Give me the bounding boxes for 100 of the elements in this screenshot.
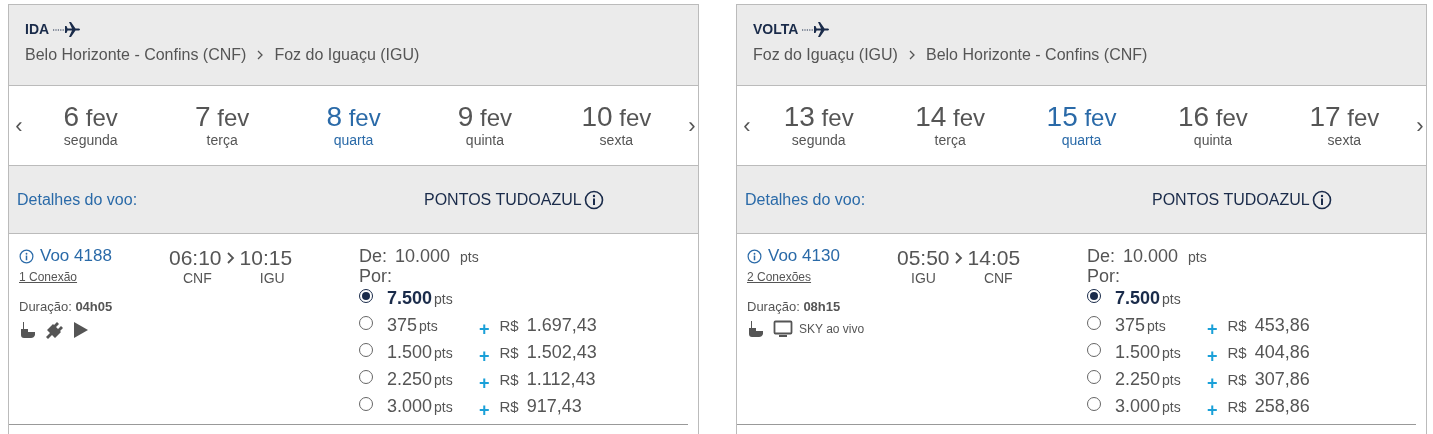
points-value: 2.250: [387, 369, 433, 389]
plus-sign: +: [479, 400, 490, 421]
currency-label: R$: [1227, 371, 1247, 388]
plus-sign: +: [1207, 346, 1218, 367]
points-unit: pts: [434, 372, 453, 388]
info-icon[interactable]: [19, 248, 34, 264]
currency-label: R$: [1227, 398, 1247, 415]
plane-icon: [53, 21, 82, 37]
from-label: De:: [1087, 247, 1115, 265]
date-tab[interactable]: 9 fev quinta: [419, 103, 551, 148]
direction-label: IDA: [25, 21, 50, 37]
points-unit: pts: [1162, 372, 1181, 388]
for-label: Por:: [1087, 267, 1121, 285]
date-tab[interactable]: 13 fev segunda: [753, 103, 885, 148]
play-icon: [73, 321, 89, 339]
price-amount: 1.697,43: [526, 315, 597, 336]
next-button[interactable]: ›: [682, 112, 699, 139]
date-tab[interactable]: 8 fev quarta: [287, 103, 420, 148]
tv-icon: [773, 320, 793, 338]
chevron-icon: [256, 50, 265, 60]
chevron-icon: [907, 50, 916, 60]
flight-number-link[interactable]: Voo 4188: [40, 246, 112, 266]
date-tab[interactable]: 16 fev quinta: [1147, 103, 1279, 148]
points-unit: pts: [460, 249, 479, 265]
points-unit: pts: [1162, 291, 1181, 307]
arrival-time: 10:15: [239, 246, 293, 270]
origin-city: Foz do Iguaçu (IGU): [753, 46, 898, 64]
points-value: 3.000: [387, 396, 433, 416]
connections-link[interactable]: 2 Conexões: [747, 270, 812, 284]
plus-sign: +: [1207, 400, 1218, 421]
price-amount: 307,86: [1254, 369, 1310, 390]
chevron-icon: [953, 252, 964, 264]
price-amount: 1.502,43: [526, 342, 597, 363]
date-tab[interactable]: 17 fev sexta: [1278, 103, 1411, 148]
currency-label: R$: [499, 344, 519, 361]
chevron-icon: [225, 252, 236, 264]
price-amount: 404,86: [1254, 342, 1310, 363]
connections-link[interactable]: 1 Conexão: [19, 270, 78, 284]
plus-sign: +: [1207, 319, 1218, 340]
from-label: De:: [359, 247, 387, 265]
currency-label: R$: [499, 371, 519, 388]
plus-sign: +: [479, 373, 490, 394]
plus-sign: +: [479, 346, 490, 367]
currency-label: R$: [1227, 317, 1247, 334]
points-value: 7.500: [1115, 288, 1161, 308]
points-value: 375: [1115, 315, 1146, 335]
previous-button[interactable]: ‹: [737, 112, 753, 139]
next-button[interactable]: ›: [1410, 112, 1427, 139]
direction-label: VOLTA: [753, 21, 799, 37]
flight-number-link[interactable]: Voo 4130: [768, 246, 840, 266]
airport-code: IGU: [259, 270, 285, 286]
currency-label: R$: [499, 317, 519, 334]
plug-icon: [45, 320, 65, 340]
points-unit: pts: [434, 345, 453, 361]
points-value: 7.500: [387, 288, 433, 308]
details-label: Detalhes do voo:: [17, 190, 139, 209]
date-tab[interactable]: 7 fev terça: [156, 103, 288, 148]
meal-icon: [19, 321, 37, 339]
original-points: 10.000: [395, 246, 451, 267]
details-label: Detalhes do voo:: [745, 190, 867, 209]
airport-code: CNF: [183, 270, 212, 286]
price-amount: 258,86: [1254, 396, 1310, 417]
points-value: 2.250: [1115, 369, 1161, 389]
amenity-label: SKY ao vivo: [799, 322, 865, 336]
points-unit: pts: [1188, 249, 1207, 265]
date-tab[interactable]: 6 fev segunda: [25, 103, 157, 148]
duration-text: Duração: 04h05: [19, 299, 114, 314]
origin-city: Belo Horizonte - Confins (CNF): [25, 46, 247, 64]
plus-sign: +: [479, 319, 490, 340]
points-value: 3.000: [1115, 396, 1161, 416]
date-tab[interactable]: 14 fev terça: [884, 103, 1016, 148]
points-unit: pts: [1147, 318, 1166, 334]
arrival-time: 14:05: [967, 246, 1021, 270]
currency-label: R$: [1227, 344, 1247, 361]
points-value: 375: [387, 315, 418, 335]
info-icon[interactable]: [583, 189, 604, 210]
points-unit: pts: [434, 291, 453, 307]
price-amount: 917,43: [526, 396, 582, 417]
price-amount: 453,86: [1254, 315, 1310, 336]
original-points: 10.000: [1123, 246, 1179, 267]
points-unit: pts: [434, 399, 453, 415]
plane-icon: [802, 21, 831, 37]
date-tab[interactable]: 10 fev sexta: [550, 103, 683, 148]
points-value: 1.500: [1115, 342, 1161, 362]
points-label: PONTOS TUDOAZUL: [1152, 190, 1310, 209]
departure-time: 06:10: [169, 246, 222, 270]
points-unit: pts: [419, 318, 438, 334]
previous-button[interactable]: ‹: [9, 112, 25, 139]
points-value: 1.500: [387, 342, 433, 362]
currency-label: R$: [499, 398, 519, 415]
points-unit: pts: [1162, 345, 1181, 361]
price-amount: 1.112,43: [526, 369, 596, 390]
destination-city: Foz do Iguaçu (IGU): [274, 46, 420, 64]
info-icon[interactable]: [1311, 189, 1332, 210]
airport-code: CNF: [983, 270, 1013, 286]
destination-city: Belo Horizonte - Confins (CNF): [925, 46, 1148, 64]
info-icon[interactable]: [747, 248, 762, 264]
date-tab[interactable]: 15 fev quarta: [1015, 103, 1148, 148]
duration-text: Duração: 08h15: [747, 299, 842, 314]
meal-icon: [747, 320, 765, 338]
